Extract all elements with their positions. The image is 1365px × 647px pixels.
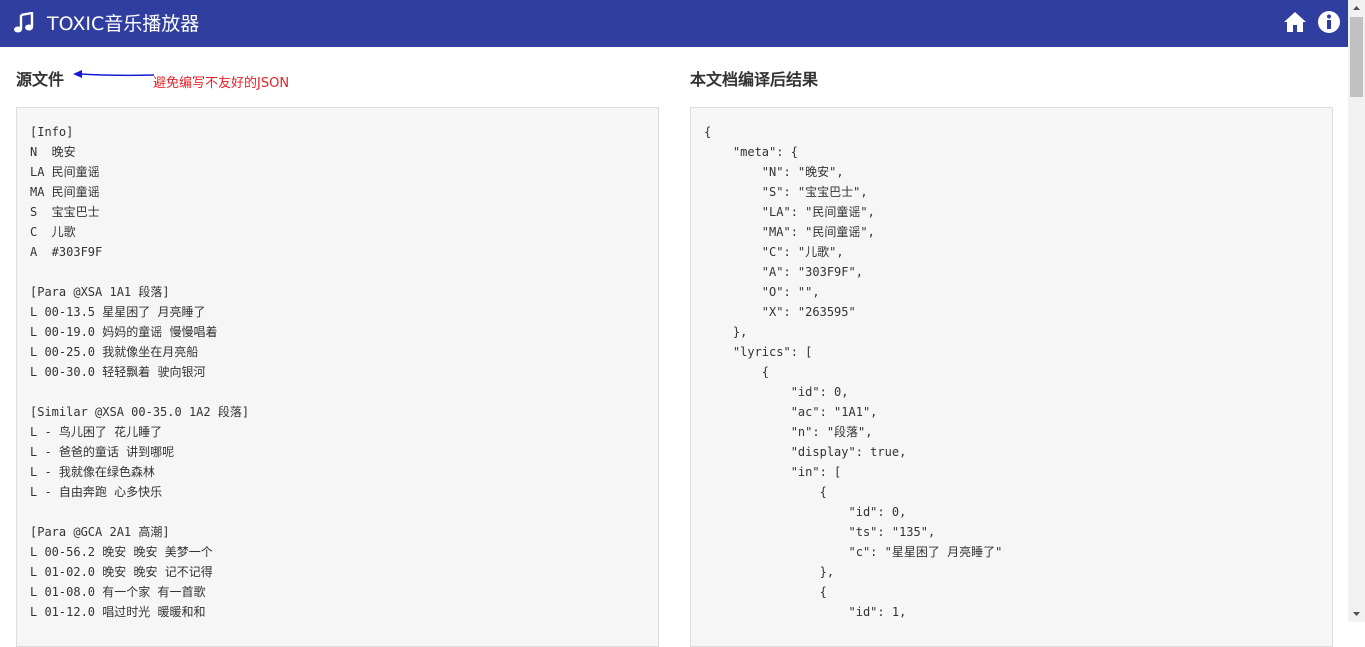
music-note-icon <box>14 12 34 33</box>
page-scrollbar[interactable] <box>1348 0 1365 622</box>
scrollbar-thumb[interactable] <box>1350 17 1363 97</box>
source-code: [Info] N 晚安 LA 民间童谣 MA 民间童谣 S 宝宝巴士 C 儿歌 … <box>30 125 250 619</box>
annotation-text: 避免编写不友好的JSON <box>153 76 290 91</box>
top-navbar: TOXIC音乐播放器 <box>0 0 1348 47</box>
home-icon[interactable] <box>1283 10 1307 34</box>
app-title: TOXIC音乐播放器 <box>47 13 200 35</box>
compiled-result-heading: 本文档编译后结果 <box>690 70 819 89</box>
source-file-heading: 源文件 <box>16 70 65 89</box>
result-code-box: { "meta": { "N": "晚安", "S": "宝宝巴士", "LA"… <box>690 107 1333 647</box>
result-json: { "meta": { "N": "晚安", "S": "宝宝巴士", "LA"… <box>704 125 1003 619</box>
info-icon[interactable] <box>1317 10 1341 34</box>
scroll-down-arrow-icon[interactable] <box>1348 605 1365 622</box>
source-code-box: [Info] N 晚安 LA 民间童谣 MA 民间童谣 S 宝宝巴士 C 儿歌 … <box>16 107 659 647</box>
scroll-up-arrow-icon[interactable] <box>1348 0 1365 17</box>
annotation-arrow <box>73 70 154 78</box>
